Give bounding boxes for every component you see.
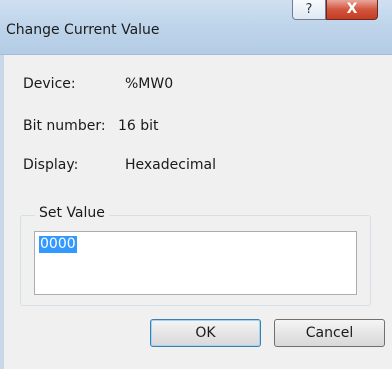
device-label: Device:: [23, 76, 76, 92]
set-value-text: 0000: [39, 236, 77, 253]
close-button[interactable]: X: [326, 0, 378, 20]
set-value-label: Set Value: [35, 205, 109, 221]
window-border: [0, 55, 4, 369]
bit-number-value: 16 bit: [118, 118, 159, 134]
cancel-button[interactable]: Cancel: [274, 319, 385, 347]
help-button[interactable]: ?: [292, 0, 326, 20]
ok-button[interactable]: OK: [150, 319, 261, 347]
window-title: Change Current Value: [6, 22, 160, 38]
close-icon: X: [346, 1, 358, 17]
bit-number-label: Bit number:: [23, 118, 106, 134]
set-value-input[interactable]: 0000: [34, 231, 357, 295]
display-label: Display:: [23, 157, 79, 173]
help-icon: ?: [305, 2, 313, 17]
device-value: %MW0: [125, 76, 174, 92]
display-value: Hexadecimal: [125, 157, 216, 173]
title-bar: Change Current Value ? X: [0, 0, 392, 55]
